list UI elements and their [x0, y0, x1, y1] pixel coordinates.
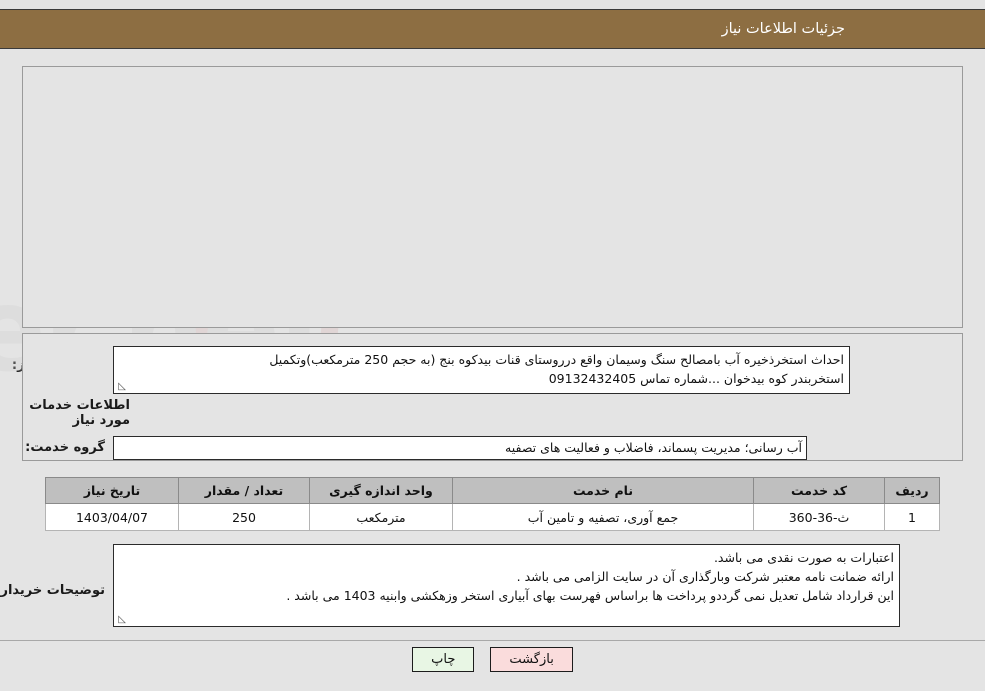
cell-service-name: جمع آوری، تصفیه و تامین آب	[452, 503, 754, 531]
service-group-field[interactable]: آب رسانی؛ مدیریت پسماند، فاضلاب و فعالیت…	[113, 436, 807, 460]
summary-line-2: استخربندر کوه بیدخوان ...شماره تماس 0913…	[548, 371, 844, 386]
footer-divider	[0, 640, 985, 641]
table-col-service-code: کد خدمت	[753, 477, 885, 504]
need-summary-panel	[22, 66, 963, 328]
notes-label: توضیحات خریدار:	[0, 583, 105, 598]
buyer-notes-textarea[interactable]: اعتبارات به صورت نقدی می باشد. ارائه ضما…	[113, 544, 900, 627]
summary-line-1: احداث استخرذخیره آب بامصالح سنگ وسیمان و…	[269, 352, 844, 367]
page-root: جزئیات اطلاعات نیاز AriaTender.net شماره…	[0, 0, 985, 691]
cell-index: 1	[884, 503, 940, 531]
notes-label-row: توضیحات خریدار:	[0, 583, 105, 598]
notes-line-2: ارائه ضمانت نامه معتبر شرکت وبارگذاری آن…	[516, 569, 894, 584]
page-header: جزئیات اطلاعات نیاز	[0, 9, 985, 49]
page-title: جزئیات اطلاعات نیاز	[721, 21, 845, 37]
cell-unit: مترمکعب	[309, 503, 453, 531]
footer-button-bar: بازگشت چاپ	[0, 647, 985, 672]
services-section-title: اطلاعات خدمات مورد نیاز	[29, 398, 130, 428]
cell-quantity: 250	[178, 503, 310, 531]
services-table: ردیف کد خدمت نام خدمت واحد اندازه گیری ت…	[45, 477, 940, 531]
table-col-index: ردیف	[884, 477, 940, 504]
table-col-unit: واحد اندازه گیری	[309, 477, 453, 504]
table-col-quantity: تعداد / مقدار	[178, 477, 310, 504]
table-col-service-name: نام خدمت	[452, 477, 754, 504]
table-col-need-date: تاریخ نیاز	[45, 477, 179, 504]
service-group-label: گروه خدمت:	[25, 440, 105, 455]
back-button[interactable]: بازگشت	[490, 647, 573, 672]
service-group-label-row: گروه خدمت:	[25, 440, 105, 455]
notes-line-3: این قرارداد شامل تعدیل نمی گرددو پرداخت …	[286, 588, 894, 603]
print-button[interactable]: چاپ	[412, 647, 475, 672]
notes-line-1: اعتبارات به صورت نقدی می باشد.	[713, 550, 894, 565]
table-row[interactable]: 1 ث-36-360 جمع آوری، تصفیه و تامین آب مت…	[45, 503, 940, 531]
summary-textarea[interactable]: احداث استخرذخیره آب بامصالح سنگ وسیمان و…	[113, 346, 850, 394]
resize-grip-icon[interactable]: ◺	[116, 382, 126, 392]
table-header-row: ردیف کد خدمت نام خدمت واحد اندازه گیری ت…	[45, 477, 940, 504]
cell-service-code: ث-36-360	[753, 503, 885, 531]
cell-need-date: 1403/04/07	[45, 503, 179, 531]
resize-grip-icon[interactable]: ◺	[116, 615, 126, 625]
